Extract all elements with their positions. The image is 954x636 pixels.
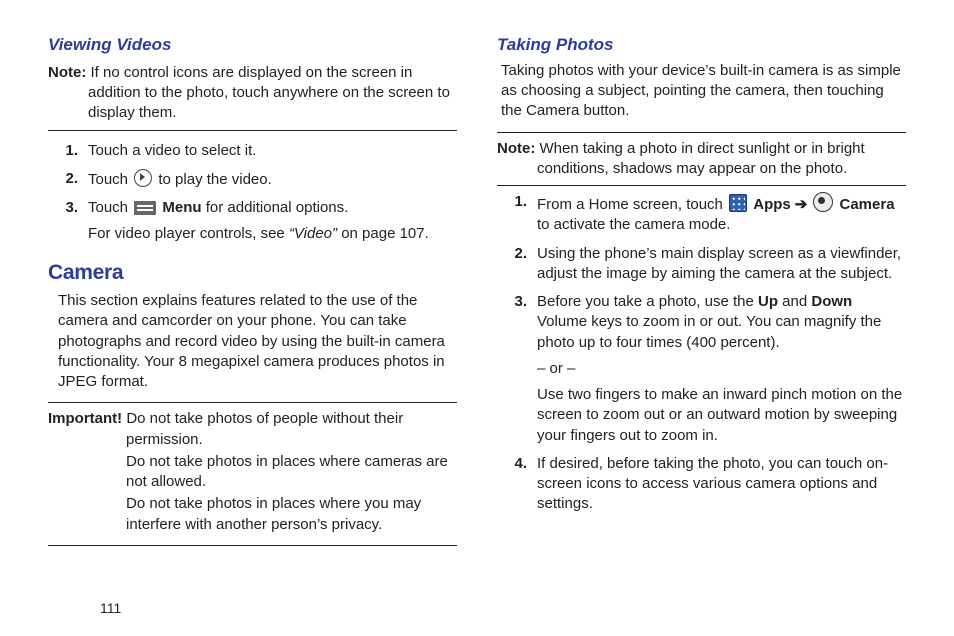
viewing-steps: 1. Touch a video to select it. 2. Touch … bbox=[48, 141, 457, 245]
important-block: Important! Do not take photos of people … bbox=[48, 409, 457, 535]
important-label: Important! bbox=[48, 410, 122, 427]
divider bbox=[48, 402, 457, 403]
camera-icon bbox=[813, 192, 833, 212]
step-3-sub: For video player controls, see “Video” o… bbox=[88, 224, 457, 244]
tstep-3: 3. Before you take a photo, use the Up a… bbox=[507, 292, 906, 446]
or-divider: – or – bbox=[537, 359, 906, 379]
right-column: Taking Photos Taking photos with your de… bbox=[497, 34, 906, 616]
menu-icon bbox=[134, 201, 156, 215]
camera-intro: This section explains features related t… bbox=[58, 291, 457, 392]
tstep-2: 2. Using the phone’s main display screen… bbox=[507, 244, 906, 285]
taking-intro: Taking photos with your device’s built-i… bbox=[501, 61, 906, 122]
play-icon bbox=[134, 169, 152, 187]
step-2: 2. Touch to play the video. bbox=[58, 169, 457, 190]
left-column: Viewing Videos Note: If no control icons… bbox=[48, 34, 457, 616]
taking-steps: 1. From a Home screen, touch Apps➔ Camer… bbox=[497, 192, 906, 515]
tstep-4: 4. If desired, before taking the photo, … bbox=[507, 454, 906, 515]
page-number: 111 bbox=[100, 600, 121, 616]
note-text: Note: If no control icons are displayed … bbox=[48, 63, 457, 124]
note-block: Note: If no control icons are displayed … bbox=[48, 63, 457, 131]
apps-icon bbox=[729, 194, 747, 212]
manual-page: Viewing Videos Note: If no control icons… bbox=[0, 0, 954, 636]
heading-taking-photos: Taking Photos bbox=[497, 34, 906, 57]
divider bbox=[48, 545, 457, 546]
heading-viewing-videos: Viewing Videos bbox=[48, 34, 457, 57]
or-text: Use two fingers to make an inward pinch … bbox=[537, 385, 906, 446]
important-line-2: Do not take photos in places where camer… bbox=[48, 452, 457, 493]
heading-camera: Camera bbox=[48, 259, 457, 287]
note-label: Note: bbox=[48, 64, 86, 81]
divider bbox=[497, 132, 906, 133]
step-3: 3. Touch Menu for additional options. Fo… bbox=[58, 198, 457, 245]
arrow-icon: ➔ bbox=[795, 196, 808, 213]
step-1: 1. Touch a video to select it. bbox=[58, 141, 457, 161]
important-line-3: Do not take photos in places where you m… bbox=[48, 494, 457, 535]
divider bbox=[497, 185, 906, 186]
note-right: Note: When taking a photo in direct sunl… bbox=[497, 139, 906, 180]
tstep-1: 1. From a Home screen, touch Apps➔ Camer… bbox=[507, 192, 906, 236]
divider bbox=[48, 130, 457, 131]
